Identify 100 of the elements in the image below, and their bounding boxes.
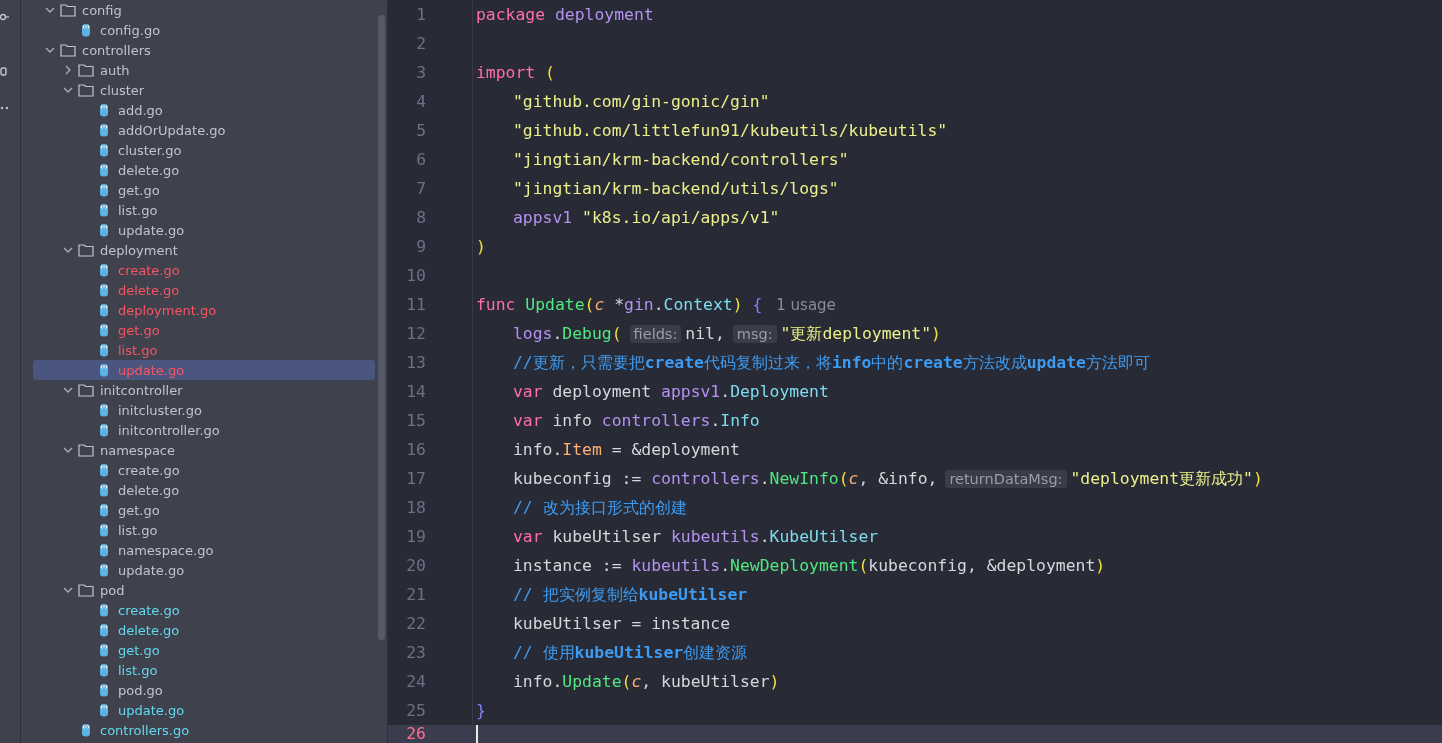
line-number: 17 [388, 464, 473, 493]
keyword: var [513, 527, 543, 546]
gopher-icon [99, 223, 109, 237]
file-item[interactable]: pod.go [33, 680, 375, 700]
file-item[interactable]: list.go [33, 520, 375, 540]
usage-hint: 1 usage [776, 295, 836, 314]
gopher-icon [99, 163, 109, 177]
code-comment: //更新，只需要把create代码复制过来，将info中的create方法改成update方法即可 [513, 351, 1150, 374]
string-literal: "更新deployment" [780, 322, 931, 345]
code-text: , &info, [858, 469, 938, 488]
parameter-name: c [594, 295, 605, 314]
brace: } [476, 701, 486, 720]
file-item[interactable]: delete.go [33, 280, 375, 300]
code-text: nil, [685, 324, 725, 343]
file-item[interactable]: list.go [33, 340, 375, 360]
function-name: NewInfo [769, 469, 839, 488]
file-item[interactable]: update.go [33, 560, 375, 580]
folder-item[interactable]: config [33, 0, 375, 20]
keyword: var [513, 411, 543, 430]
file-item[interactable]: create.go [33, 600, 375, 620]
commit-icon[interactable] [0, 11, 9, 23]
file-item[interactable]: initcontroller.go [33, 420, 375, 440]
code-comment: // 使用kubeUtilser创建资源 [513, 641, 748, 664]
file-item[interactable]: config.go [33, 20, 375, 40]
gopher-icon [99, 643, 109, 657]
gopher-icon [99, 143, 109, 157]
line-number: 2 [388, 29, 473, 58]
gopher-icon [81, 723, 91, 737]
file-item[interactable]: update.go [33, 700, 375, 720]
file-item[interactable]: update.go [33, 220, 375, 240]
file-item[interactable]: get.go [33, 500, 375, 520]
string-literal: "github.com/littlefun91/kubeutils/kubeutils" [513, 121, 948, 140]
code-text: . [720, 556, 731, 575]
file-item[interactable]: addOrUpdate.go [33, 120, 375, 140]
gopher-icon [99, 203, 109, 217]
folder-icon [78, 443, 94, 457]
line-number: 12 [388, 319, 473, 348]
folder-item[interactable]: initcontroller [33, 380, 375, 400]
square-icon[interactable] [0, 67, 8, 77]
parenthesis: ) [1252, 469, 1263, 488]
parenthesis: ( [611, 324, 622, 343]
code-text: info. [513, 440, 563, 459]
function-name: Update [562, 672, 622, 691]
keyword: func [476, 295, 517, 314]
brace: { [752, 295, 763, 314]
parameter-hint: msg: [732, 324, 777, 343]
file-item[interactable]: create.go [33, 260, 375, 280]
package-name: controllers [601, 411, 711, 430]
file-item[interactable]: get.go [33, 320, 375, 340]
file-item[interactable]: get.go [33, 180, 375, 200]
gopher-icon [99, 683, 109, 697]
gopher-icon [81, 23, 91, 37]
gopher-icon [99, 603, 109, 617]
file-item[interactable]: cluster.go [33, 140, 375, 160]
function-name: Update [525, 295, 585, 314]
file-item[interactable]: controllers.go [33, 720, 375, 740]
file-item[interactable]: list.go [33, 660, 375, 680]
string-literal: "github.com/gin-gonic/gin" [513, 92, 770, 111]
parenthesis: ( [545, 63, 555, 82]
code-text: . [552, 324, 563, 343]
keyword: var [513, 382, 543, 401]
package-name: logs [513, 324, 553, 343]
file-item[interactable]: delete.go [33, 620, 375, 640]
gopher-icon [99, 503, 109, 517]
line-number: 1 [388, 0, 473, 29]
folder-item[interactable]: deployment [33, 240, 375, 260]
file-item[interactable]: delete.go [33, 160, 375, 180]
gopher-icon [99, 403, 109, 417]
file-item[interactable]: delete.go [33, 480, 375, 500]
parenthesis: ) [732, 295, 744, 314]
folder-item[interactable]: pod [33, 580, 375, 600]
file-item[interactable]: deployment.go [33, 300, 375, 320]
package-name: kubeutils [670, 527, 760, 546]
file-item[interactable]: namespace.go [33, 540, 375, 560]
folder-item[interactable]: auth [33, 60, 375, 80]
line-number: 16 [388, 435, 473, 464]
folder-item[interactable]: cluster [33, 80, 375, 100]
parameter-hint: fields: [629, 324, 682, 343]
code-text: * [613, 295, 625, 314]
scrollbar[interactable] [378, 15, 385, 640]
line-number: 15 [388, 406, 473, 435]
folder-item[interactable]: controllers [33, 40, 375, 60]
folder-icon [78, 63, 94, 77]
parenthesis: ( [584, 295, 595, 314]
file-item[interactable]: list.go [33, 200, 375, 220]
gopher-icon [99, 263, 109, 277]
file-item[interactable]: create.go [33, 460, 375, 480]
code-text: . [720, 382, 731, 401]
file-item[interactable]: get.go [33, 640, 375, 660]
gopher-icon [99, 563, 109, 577]
type-name: Context [663, 295, 733, 314]
file-item[interactable]: initcluster.go [33, 400, 375, 420]
folder-item[interactable]: namespace [33, 440, 375, 460]
parenthesis: ( [858, 556, 869, 575]
code-comment: // 改为接口形式的创建 [513, 496, 687, 519]
line-number: 10 [388, 261, 473, 290]
file-item[interactable]: add.go [33, 100, 375, 120]
more-icon[interactable] [0, 105, 10, 111]
line-number: 23 [388, 638, 473, 667]
string-literal: "jingtian/krm-backend/controllers" [513, 150, 849, 169]
